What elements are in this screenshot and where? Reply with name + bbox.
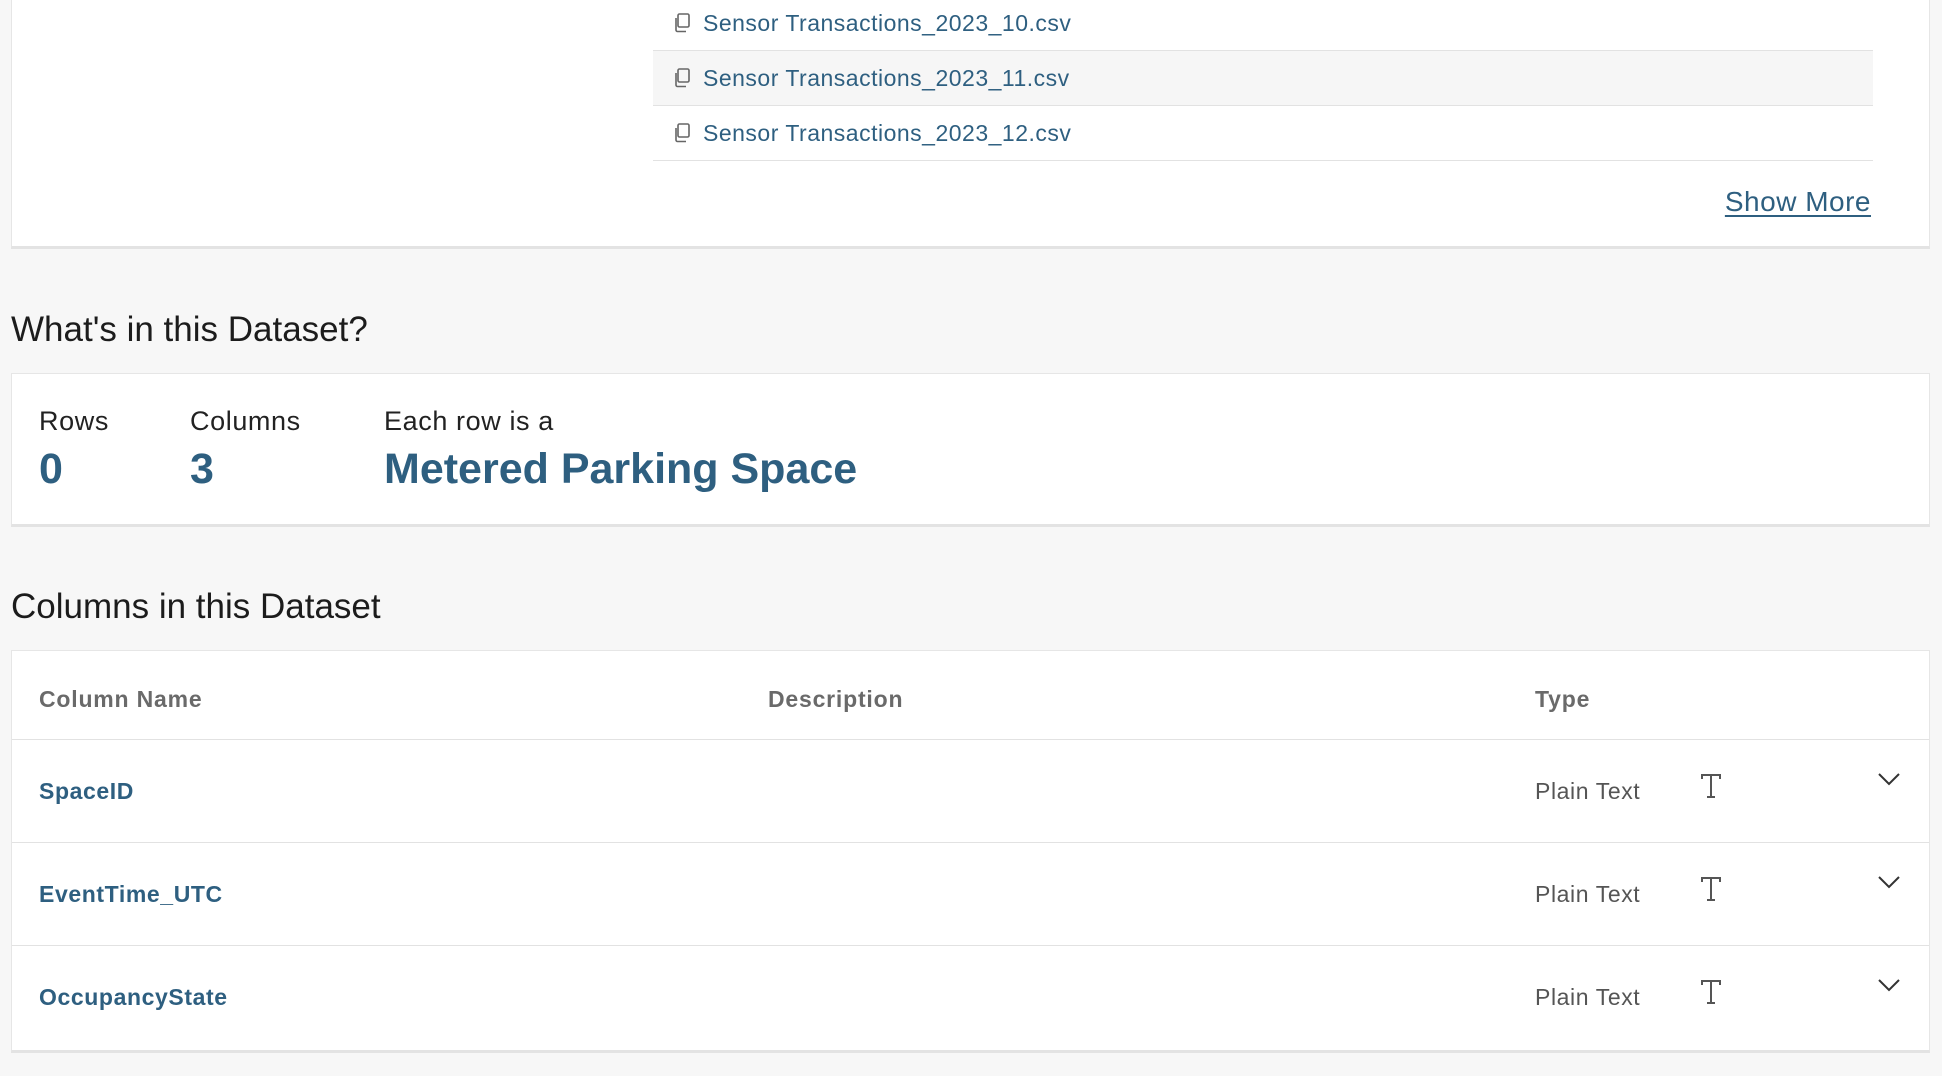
attachment-link[interactable]: Sensor Transactions_2023_11.csv: [703, 65, 1070, 92]
rows-value: 0: [39, 445, 63, 493]
chevron-down-icon[interactable]: [1875, 971, 1903, 999]
text-type-icon: [1701, 980, 1721, 1004]
column-name: OccupancyState: [39, 984, 228, 1010]
row-entity-stat: Each row is a Metered Parking Space: [384, 404, 857, 496]
attachment-list: Sensor Transactions_2023_10.csv Sensor T…: [653, 0, 1873, 161]
attachments-card: Sensor Transactions_2023_10.csv Sensor T…: [11, 0, 1930, 249]
text-type-icon: [1701, 774, 1721, 798]
rows-stat: Rows 0: [39, 404, 109, 496]
columns-value: 3: [190, 445, 214, 493]
dataset-summary-card: Rows 0 Columns 3 Each row is a Metered P…: [11, 373, 1930, 527]
columns-label: Columns: [190, 406, 301, 436]
table-row[interactable]: SpaceID Plain Text: [12, 740, 1929, 843]
text-type-icon: [1701, 877, 1721, 901]
column-name-header: Column Name: [39, 686, 203, 712]
row-entity-label: Each row is a: [384, 406, 554, 436]
columns-table: Column Name Description Type SpaceID Pla…: [11, 650, 1930, 1053]
show-more-link[interactable]: Show More: [1725, 186, 1871, 218]
attachment-link[interactable]: Sensor Transactions_2023_10.csv: [703, 10, 1071, 37]
columns-stat: Columns 3: [190, 404, 301, 496]
attachment-row: Sensor Transactions_2023_11.csv: [653, 51, 1873, 106]
copy-icon: [675, 123, 690, 143]
type-header: Type: [1535, 686, 1591, 712]
column-type: Plain Text: [1535, 984, 1641, 1010]
table-row[interactable]: EventTime_UTC Plain Text: [12, 843, 1929, 946]
dataset-summary-heading: What's in this Dataset?: [11, 310, 368, 349]
column-name: EventTime_UTC: [39, 881, 223, 907]
attachment-row: Sensor Transactions_2023_10.csv: [653, 0, 1873, 51]
column-type: Plain Text: [1535, 881, 1641, 907]
rows-label: Rows: [39, 406, 109, 436]
copy-icon: [675, 13, 690, 33]
table-header: Column Name Description Type: [12, 651, 1929, 740]
columns-section-heading: Columns in this Dataset: [11, 587, 381, 626]
attachment-link[interactable]: Sensor Transactions_2023_12.csv: [703, 120, 1071, 147]
description-header: Description: [768, 686, 904, 712]
copy-icon: [675, 68, 690, 88]
table-row[interactable]: OccupancyState Plain Text: [12, 946, 1929, 1049]
chevron-down-icon[interactable]: [1875, 765, 1903, 793]
attachment-row: Sensor Transactions_2023_12.csv: [653, 106, 1873, 161]
column-type: Plain Text: [1535, 778, 1641, 804]
chevron-down-icon[interactable]: [1875, 868, 1903, 896]
row-entity-value: Metered Parking Space: [384, 445, 858, 493]
column-name: SpaceID: [39, 778, 134, 804]
